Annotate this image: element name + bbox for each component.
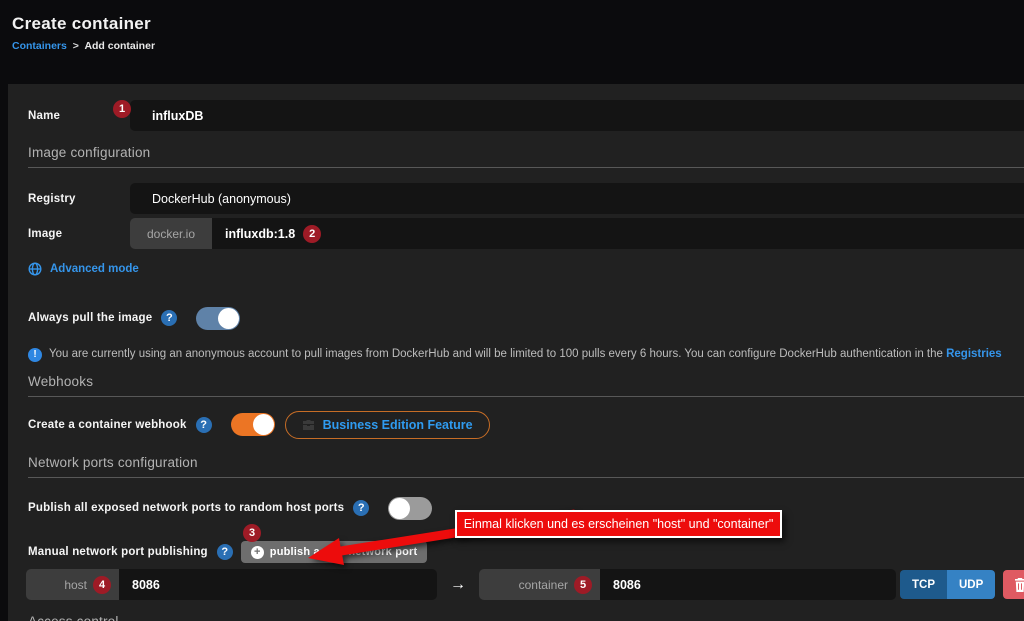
delete-port-button[interactable] — [1003, 570, 1024, 599]
toggle-knob — [253, 414, 274, 435]
manual-port-row: Manual network port publishing ? + publi… — [28, 541, 1024, 563]
breadcrumb: Containers > Add container — [12, 40, 155, 52]
host-chip-label: host — [64, 578, 87, 592]
always-pull-toggle[interactable] — [196, 307, 240, 330]
annotation-callout: Einmal klicken und es erscheinen "host" … — [455, 510, 782, 538]
container-port-input[interactable] — [600, 569, 896, 600]
registry-select[interactable] — [130, 183, 1024, 214]
annotation-badge-1: 1 — [113, 100, 131, 118]
create-container-card: Name 1 Image configuration Registry Imag… — [8, 84, 1024, 621]
toggle-knob — [218, 308, 239, 329]
image-registry-prefix-chip: docker.io — [130, 218, 212, 249]
advanced-mode-row: Advanced mode — [28, 260, 1024, 277]
publish-network-port-button[interactable]: + publish a new network port — [241, 541, 428, 563]
question-icon[interactable]: ? — [217, 544, 233, 560]
advanced-mode-link[interactable]: Advanced mode — [50, 263, 139, 275]
breadcrumb-current: Add container — [84, 40, 155, 52]
annotation-badge-3: 3 — [243, 524, 261, 542]
question-icon[interactable]: ? — [353, 500, 369, 516]
question-icon[interactable]: ? — [161, 310, 177, 326]
publish-all-toggle[interactable] — [388, 497, 432, 520]
breadcrumb-containers-link[interactable]: Containers — [12, 40, 67, 52]
host-port-input[interactable] — [119, 569, 437, 600]
image-value: influxdb:1.8 — [225, 227, 295, 241]
annotation-badge-4: 4 — [93, 576, 111, 594]
publish-network-port-label: publish a new network port — [270, 546, 418, 558]
business-edition-pill: Business Edition Feature — [285, 411, 490, 439]
section-webhooks: Webhooks — [28, 374, 1024, 397]
dockerhub-info-line: ! You are currently using an anonymous ac… — [28, 346, 1024, 362]
annotation-badge-5: 5 — [574, 576, 592, 594]
globe-icon — [28, 262, 42, 276]
registries-link[interactable]: Registries — [946, 348, 1002, 360]
trash-icon — [1014, 578, 1024, 592]
image-input[interactable]: influxdb:1.8 2 — [212, 218, 1024, 249]
create-webhook-label: Create a container webhook — [28, 419, 187, 431]
next-section-header-clipped: Access control — [28, 614, 119, 621]
always-pull-label: Always pull the image — [28, 312, 152, 324]
business-edition-label: Business Edition Feature — [323, 418, 473, 432]
annotation-badge-2: 2 — [303, 225, 321, 243]
info-text: You are currently using an anonymous acc… — [49, 348, 946, 360]
image-label: Image — [28, 228, 130, 240]
manual-port-label: Manual network port publishing — [28, 546, 208, 558]
udp-button[interactable]: UDP — [947, 570, 995, 599]
briefcase-icon — [302, 419, 315, 431]
tcp-button[interactable]: TCP — [900, 570, 947, 599]
registry-row: Registry — [28, 183, 1024, 214]
page-header: Create container Containers > Add contai… — [12, 14, 155, 52]
question-icon[interactable]: ? — [196, 417, 212, 433]
publish-all-label: Publish all exposed network ports to ran… — [28, 502, 344, 514]
registry-label: Registry — [28, 193, 130, 205]
section-network-ports: Network ports configuration — [28, 455, 1024, 478]
name-input[interactable] — [130, 100, 1024, 131]
page-title: Create container — [12, 14, 155, 34]
create-webhook-row: Create a container webhook ? Business Ed… — [28, 410, 1024, 439]
create-webhook-toggle[interactable] — [231, 413, 275, 436]
toggle-knob — [389, 498, 410, 519]
host-port-chip: host 4 — [26, 569, 119, 600]
map-arrow-icon: → — [450, 576, 466, 594]
always-pull-row: Always pull the image ? — [28, 306, 1024, 330]
plus-circle-icon: + — [251, 546, 264, 559]
info-icon: ! — [28, 348, 42, 362]
container-port-chip: container 5 — [479, 569, 600, 600]
port-mapping-row: host 4 → container 5 TCP UDP — [26, 569, 1024, 600]
image-row: Image docker.io influxdb:1.8 2 — [28, 218, 1024, 249]
breadcrumb-separator: > — [73, 40, 79, 52]
create-container-page: Create container Containers > Add contai… — [0, 0, 1024, 621]
section-image-configuration: Image configuration — [28, 145, 1024, 168]
name-row: Name — [28, 100, 1024, 131]
container-chip-label: container — [519, 578, 568, 592]
